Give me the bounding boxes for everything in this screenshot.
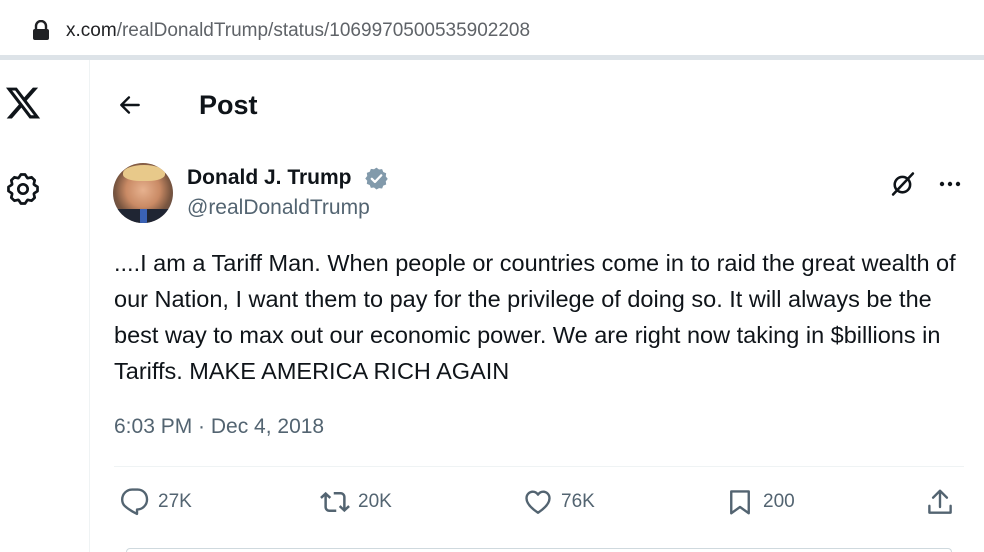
url-host: x.com [66,20,117,41]
heart-icon [525,490,551,514]
browser-address-bar[interactable]: x.com/realDonaldTrump/status/10699705005… [0,0,984,60]
page-title: Post [199,90,258,120]
tweet-timestamp[interactable]: 6:03 PM · Dec 4, 2018 [114,414,324,440]
lock-icon [33,20,49,40]
avatar-tie [140,209,147,223]
back-arrow-icon[interactable] [117,92,143,118]
author-display-name[interactable]: Donald J. Trump [187,165,352,191]
bookmark-icon [730,490,750,515]
gear-icon[interactable] [6,172,40,206]
avatar-hair [123,165,165,181]
divider [114,466,964,467]
url-text[interactable]: x.com/realDonaldTrump/status/10699705005… [66,19,530,43]
grok-icon[interactable] [889,170,917,198]
avatar[interactable] [113,163,173,223]
author-handle[interactable]: @realDonaldTrump [187,195,370,221]
x-logo-icon[interactable] [4,84,42,122]
like-count: 76K [561,491,595,512]
reply-icon [120,488,149,516]
more-options-icon[interactable] [936,172,964,196]
verified-badge-icon[interactable] [364,166,389,191]
reply-count: 27K [158,491,192,512]
repost-icon [320,491,350,513]
repost-count: 20K [358,491,392,512]
bookmark-count: 200 [763,491,795,512]
bookmark-button[interactable]: 200 [725,486,795,518]
like-button[interactable]: 76K [523,486,595,518]
share-icon [928,489,952,514]
tweet-text: ....I am a Tariff Man. When people or co… [114,250,956,384]
repost-button[interactable]: 20K [320,486,392,518]
url-path: /realDonaldTrump/status/1069970500535902… [116,20,531,41]
reply-button[interactable]: 27K [120,486,192,518]
reply-composer-edge [126,548,952,552]
share-button[interactable] [925,486,963,518]
left-nav-rail [0,60,90,552]
